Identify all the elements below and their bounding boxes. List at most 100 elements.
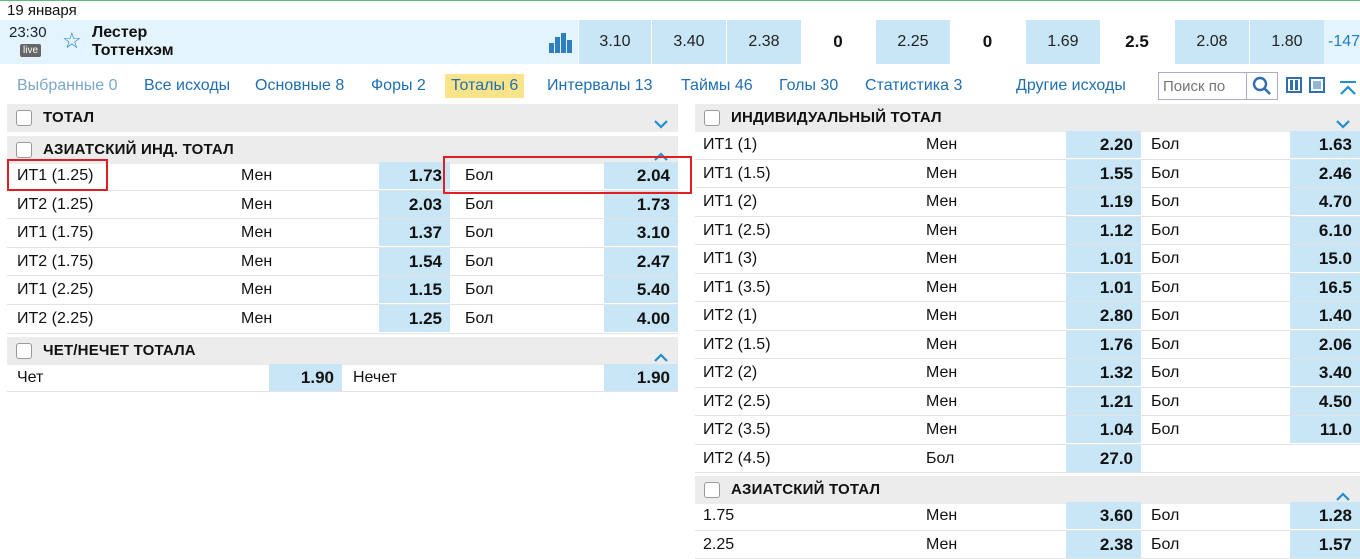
odds-button[interactable]: 15.0	[1290, 245, 1360, 272]
odds-button[interactable]: 1.90	[269, 364, 342, 391]
tab-7[interactable]: Голы 30	[773, 74, 844, 98]
odds-cell[interactable]: 2.25	[875, 20, 950, 64]
odds-cell[interactable]: 1.80	[1249, 20, 1324, 64]
chevron-up-icon[interactable]	[1335, 484, 1351, 496]
odds-button[interactable]: 2.38	[1066, 531, 1141, 558]
odds-cell[interactable]: 3.10	[578, 20, 651, 64]
more-outcomes-count[interactable]: -147	[1324, 20, 1360, 64]
odds-button[interactable]: 3.40	[1290, 359, 1360, 386]
odds-button[interactable]: 1.57	[1290, 531, 1360, 558]
odds-cell[interactable]: 1.69	[1025, 20, 1100, 64]
odds-button[interactable]: 1.15	[379, 276, 450, 303]
section-individual-total[interactable]: ИНДИВИДУАЛЬНЫЙ ТОТАЛ	[695, 104, 1360, 132]
section-checkbox[interactable]	[704, 110, 720, 126]
outcome-label: Мен	[241, 191, 272, 219]
favorite-star-icon[interactable]: ☆	[62, 28, 82, 54]
tab-6[interactable]: Таймы 46	[675, 74, 759, 98]
odds-button[interactable]: 4.70	[1290, 188, 1360, 215]
chevron-up-icon[interactable]	[653, 345, 669, 357]
odds-button[interactable]: 1.01	[1066, 274, 1141, 301]
odds-button[interactable]: 2.20	[1066, 131, 1141, 158]
odds-button[interactable]: 1.90	[604, 364, 678, 391]
odds-button[interactable]: 1.73	[379, 162, 450, 189]
section-checkbox[interactable]	[16, 343, 32, 359]
odds-button[interactable]: 1.63	[1290, 131, 1360, 158]
outcome-label: Бол	[465, 276, 493, 304]
section-checkbox[interactable]	[704, 482, 720, 498]
section-asian-total[interactable]: АЗИАТСКИЙ ТОТАЛ	[695, 476, 1360, 504]
odds-button[interactable]: 1.25	[379, 305, 450, 332]
odds-button[interactable]: 1.12	[1066, 217, 1141, 244]
odds-button[interactable]: 2.47	[604, 248, 678, 275]
odds-button[interactable]: 4.50	[1290, 388, 1360, 415]
collapse-all-icon[interactable]	[1338, 80, 1358, 98]
odds-button[interactable]: 1.37	[379, 219, 450, 246]
odds-cell[interactable]: 2.38	[726, 20, 801, 64]
odds-button[interactable]: 1.32	[1066, 359, 1141, 386]
odds-button[interactable]: 1.04	[1066, 416, 1141, 443]
odds-button[interactable]: 1.54	[379, 248, 450, 275]
odds-button[interactable]: 1.73	[604, 191, 678, 218]
odds-button[interactable]: 3.60	[1066, 502, 1141, 529]
search-box[interactable]	[1158, 72, 1278, 100]
outcome-label: Бол	[1151, 331, 1179, 359]
odds-cell[interactable]: 2.08	[1174, 20, 1249, 64]
tab-0[interactable]: Выбранные 0	[11, 74, 124, 98]
section-title: ИНДИВИДУАЛЬНЫЙ ТОТАЛ	[731, 104, 942, 132]
view-single-icon[interactable]	[1309, 77, 1325, 93]
view-columns-icon[interactable]	[1286, 77, 1302, 93]
outcome-label: Бол	[465, 219, 493, 247]
odds-button[interactable]: 2.46	[1290, 160, 1360, 187]
odds-button[interactable]: 2.80	[1066, 302, 1141, 329]
odds-button[interactable]: 1.21	[1066, 388, 1141, 415]
search-input[interactable]	[1163, 74, 1247, 98]
market-name: ИТ2 (4.5)	[703, 445, 771, 473]
tab-8[interactable]: Статистика 3	[859, 74, 968, 98]
tab-1[interactable]: Все исходы	[138, 74, 236, 98]
odds-button[interactable]: 2.06	[1290, 331, 1360, 358]
chevron-down-icon[interactable]	[653, 112, 669, 124]
odds-button[interactable]: 6.10	[1290, 217, 1360, 244]
market-name: ИТ2 (1)	[703, 302, 757, 330]
odds-button[interactable]: 1.40	[1290, 302, 1360, 329]
odds-button[interactable]: 1.19	[1066, 188, 1141, 215]
market-name: ИТ1 (1.5)	[703, 160, 771, 188]
tab-2[interactable]: Основные 8	[249, 74, 350, 98]
section-checkbox[interactable]	[16, 110, 32, 126]
handicap-value: 0	[950, 20, 1025, 64]
market-row: ИТ2 (1.25)Мен2.03Бол1.73	[7, 191, 678, 220]
odds-button[interactable]: 1.01	[1066, 245, 1141, 272]
team-away[interactable]: Тоттенхэм	[92, 42, 174, 60]
tab-4[interactable]: Тоталы 6	[445, 74, 524, 98]
tab-9[interactable]: Другие исходы	[1010, 74, 1132, 98]
stats-bars-icon[interactable]	[549, 33, 573, 53]
market-name: ИТ1 (3)	[703, 245, 757, 273]
market-row: ИТ1 (2.25)Мен1.15Бол5.40	[7, 276, 678, 305]
odds-button[interactable]: 5.40	[604, 276, 678, 303]
market-row: ИТ2 (2.25)Мен1.25Бол4.00	[7, 305, 678, 334]
chevron-down-icon[interactable]	[1335, 112, 1351, 124]
odds-button[interactable]: 1.76	[1066, 331, 1141, 358]
tab-5[interactable]: Интервалы 13	[541, 74, 659, 98]
odds-cell[interactable]: 3.40	[651, 20, 726, 64]
odds-button[interactable]: 16.5	[1290, 274, 1360, 301]
market-row: Чет1.90Нечет1.90	[7, 364, 678, 392]
search-icon[interactable]	[1246, 73, 1277, 99]
team-home[interactable]: Лестер	[92, 24, 147, 42]
outcome-label: Бол	[1151, 160, 1179, 188]
odds-button[interactable]: 2.03	[379, 191, 450, 218]
section-checkbox[interactable]	[16, 142, 32, 158]
section-odd-even[interactable]: ЧЕТ/НЕЧЕТ ТОТАЛА	[7, 337, 678, 365]
odds-button[interactable]: 11.0	[1290, 416, 1360, 443]
chevron-up-icon[interactable]	[653, 144, 669, 156]
odds-button[interactable]: 1.55	[1066, 160, 1141, 187]
odds-button[interactable]: 4.00	[604, 305, 678, 332]
event-row[interactable]: 23:30 live ☆ Лестер Тоттенхэм 3.103.402.…	[0, 20, 1360, 64]
outcome-label: Мен	[241, 219, 272, 247]
section-total[interactable]: ТОТАЛ	[7, 104, 678, 132]
odds-button[interactable]: 27.0	[1066, 445, 1141, 472]
odds-button[interactable]: 3.10	[604, 219, 678, 246]
market-name: ИТ1 (2.5)	[703, 217, 771, 245]
odds-button[interactable]: 1.28	[1290, 502, 1360, 529]
tab-3[interactable]: Форы 2	[365, 74, 432, 98]
